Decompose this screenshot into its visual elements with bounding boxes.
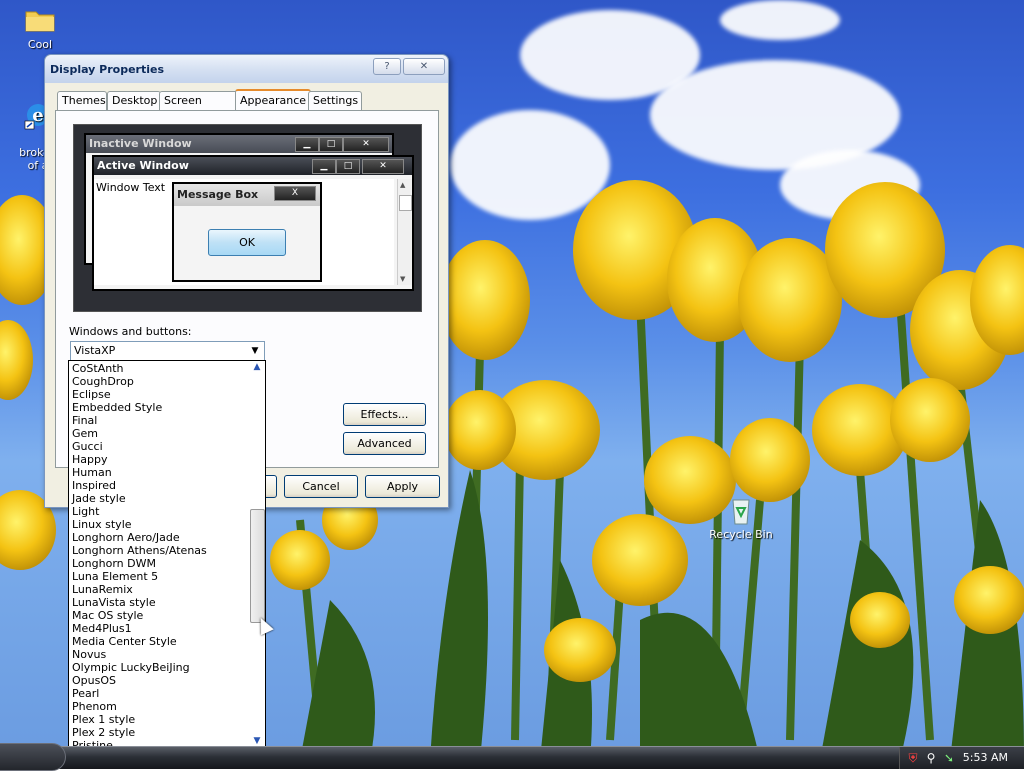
list-item[interactable]: Gucci — [72, 440, 103, 453]
desktop-icon-recycle-bin[interactable]: Recycle Bin — [701, 494, 781, 541]
network-icon[interactable]: ⚲ — [924, 751, 938, 765]
close-icon: X — [274, 186, 316, 201]
list-item[interactable]: Plex 2 style — [72, 726, 135, 739]
scroll-up-icon: ▲ — [400, 181, 406, 189]
scroll-up-icon[interactable]: ▲ — [249, 362, 265, 376]
list-item[interactable]: Phenom — [72, 700, 117, 713]
dialog-titlebar[interactable]: Display Properties ? ✕ — [45, 55, 448, 83]
windows-buttons-label: Windows and buttons: — [69, 325, 192, 338]
start-button[interactable] — [0, 743, 66, 771]
list-item[interactable]: Happy — [72, 453, 108, 466]
list-item[interactable]: Longhorn Aero/Jade — [72, 531, 180, 544]
desktop-icon-label: Recycle Bin — [709, 528, 773, 541]
tab-screen-saver[interactable]: Screen Saver — [159, 91, 239, 125]
list-item[interactable]: Eclipse — [72, 388, 111, 401]
list-item[interactable]: Jade style — [72, 492, 126, 505]
list-item[interactable]: Med4Plus1 — [72, 622, 132, 635]
safely-remove-icon[interactable]: ➘ — [942, 751, 956, 765]
close-button[interactable]: ✕ — [403, 58, 445, 75]
list-item[interactable]: Human — [72, 466, 112, 479]
list-item[interactable]: LunaVista style — [72, 596, 156, 609]
maximize-icon: □ — [336, 159, 360, 174]
window-text: Window Text — [96, 181, 166, 194]
close-icon: ✕ — [419, 61, 429, 72]
chevron-down-icon: ▼ — [251, 346, 259, 356]
tab-settings[interactable]: Settings — [308, 91, 362, 110]
list-item[interactable]: Inspired — [72, 479, 116, 492]
list-item[interactable]: Luna Element 5 — [72, 570, 158, 583]
maximize-icon: □ — [319, 137, 343, 152]
list-item[interactable]: Pearl — [72, 687, 99, 700]
list-item[interactable]: Gem — [72, 427, 98, 440]
list-item[interactable]: CoStAnth — [72, 362, 124, 375]
list-item[interactable]: Media Center Style — [72, 635, 177, 648]
select-value: VistaXP — [74, 344, 116, 357]
close-icon: ✕ — [343, 137, 389, 152]
scroll-thumb — [399, 195, 412, 211]
minimize-icon: ▁ — [295, 137, 319, 152]
windows-buttons-select[interactable]: VistaXP ▼ — [70, 341, 265, 361]
system-tray: ⛨ ⚲ ➘ 5:53 AM — [899, 747, 1024, 769]
list-item[interactable]: Mac OS style — [72, 609, 143, 622]
preview-scrollbar: ▲ ▼ — [397, 179, 412, 285]
list-item[interactable]: CoughDrop — [72, 375, 134, 388]
list-item[interactable]: Final — [72, 414, 97, 427]
appearance-preview: Inactive Window ▁ □ ✕ Active Window ▁ □ … — [73, 124, 422, 312]
minimize-icon: ▁ — [312, 159, 336, 174]
help-icon: ? — [384, 61, 390, 72]
dropdown-scrollbar[interactable]: ▲ ▼ — [249, 361, 265, 751]
tab-appearance[interactable]: Appearance — [235, 89, 311, 112]
preview-message-box: Message Box X OK — [172, 182, 322, 282]
list-item[interactable]: Linux style — [72, 518, 132, 531]
dialog-title: Display Properties — [50, 63, 165, 76]
list-item[interactable]: Light — [72, 505, 99, 518]
advanced-button[interactable]: Advanced — [343, 432, 426, 455]
desktop-icon-label: Cool — [27, 38, 53, 51]
close-icon: ✕ — [362, 159, 404, 174]
ok-button: OK — [208, 229, 286, 256]
list-item[interactable]: Longhorn Athens/Atenas — [72, 544, 207, 557]
list-item[interactable]: Olympic LuckyBeiJing — [72, 661, 190, 674]
security-alert-icon[interactable]: ⛨ — [906, 751, 920, 765]
cancel-button[interactable]: Cancel — [284, 475, 358, 498]
list-item[interactable]: OpusOS — [72, 674, 116, 687]
taskbar: ⛨ ⚲ ➘ 5:53 AM — [0, 743, 1024, 771]
list-item[interactable]: Plex 1 style — [72, 713, 135, 726]
recycle-bin-icon — [732, 499, 750, 525]
effects-button[interactable]: Effects... — [343, 403, 426, 426]
list-item[interactable]: Embedded Style — [72, 401, 162, 414]
folder-icon — [25, 11, 55, 32]
list-item[interactable]: LunaRemix — [72, 583, 133, 596]
list-item[interactable]: Longhorn DWM — [72, 557, 156, 570]
desktop-icon-cool[interactable]: Cool — [0, 4, 80, 51]
apply-button[interactable]: Apply — [365, 475, 440, 498]
list-item[interactable]: Novus — [72, 648, 106, 661]
tab-themes[interactable]: Themes — [57, 91, 107, 110]
scroll-thumb[interactable] — [250, 509, 265, 623]
windows-buttons-dropdown-list[interactable]: CoStAnth CoughDrop Eclipse Embedded Styl… — [68, 360, 266, 752]
tab-desktop[interactable]: Desktop — [107, 91, 161, 110]
clock[interactable]: 5:53 AM — [963, 751, 1008, 764]
scroll-down-icon: ▼ — [400, 275, 406, 283]
help-button[interactable]: ? — [373, 58, 401, 75]
